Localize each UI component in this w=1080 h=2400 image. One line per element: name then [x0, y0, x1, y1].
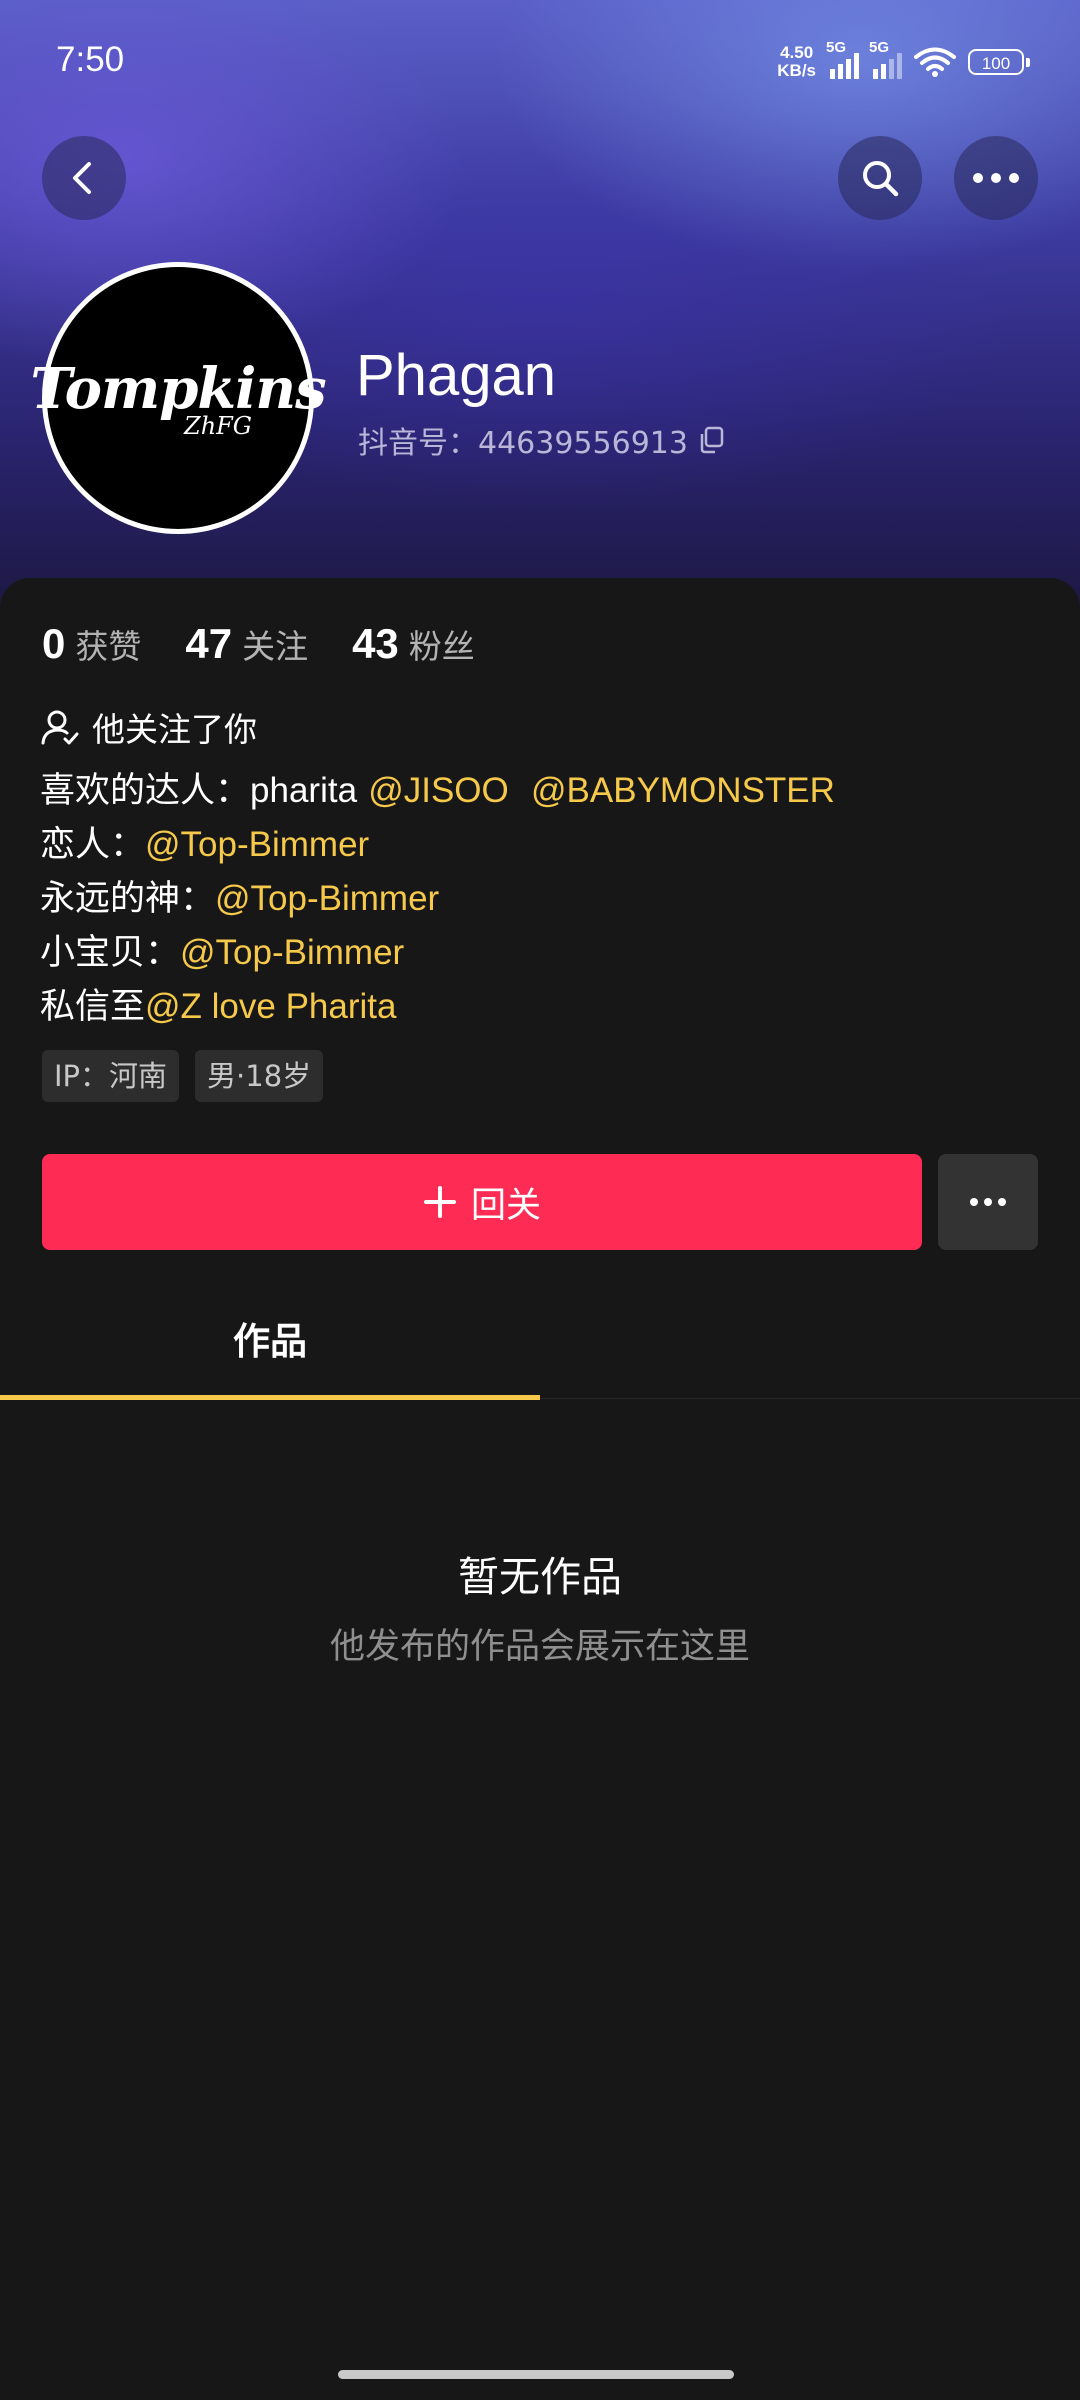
mention-link[interactable]: @BABYMONSTER [531, 771, 835, 810]
search-button[interactable] [838, 136, 922, 220]
profile-stats: 0 获赞 47 关注 43 粉丝 [42, 620, 475, 668]
status-time: 7:50 [56, 40, 125, 79]
battery-indicator: 100 [968, 49, 1030, 75]
profile-content-card: 0 获赞 47 关注 43 粉丝 他关注了你 喜欢的达人：pharita @JISOO… [0, 578, 1080, 2400]
home-indicator[interactable] [338, 2370, 734, 2379]
mention-link[interactable]: @Z love Pharita [145, 987, 396, 1026]
empty-state-title: 暂无作品 [458, 1553, 622, 1601]
more-horizontal-icon [970, 1198, 1006, 1206]
more-options-button[interactable] [954, 136, 1038, 220]
douyin-id[interactable]: 抖音号：44639556913 [358, 418, 724, 462]
profile-bio: 喜欢的达人：pharita @JISOO @BABYMONSTER 恋人：@To… [40, 764, 835, 1034]
follow-back-button[interactable]: 回关 [42, 1154, 922, 1250]
follows-you-text: 他关注了你 [92, 710, 257, 749]
tab-works[interactable]: 作品 [0, 1278, 540, 1398]
mention-link[interactable]: @Top-Bimmer [145, 825, 369, 864]
active-tab-indicator [0, 1395, 540, 1400]
douyin-id-text: 抖音号：44639556913 [358, 426, 688, 461]
profile-name: Phagan [356, 343, 556, 408]
wifi-icon [914, 47, 956, 77]
mention-link[interactable]: @Top-Bimmer [180, 933, 404, 972]
content-tabs: 作品 [0, 1278, 1080, 1400]
gender-age-tag: 男·18岁 [195, 1050, 324, 1102]
avatar-logo-text: Tompkins [30, 356, 326, 422]
mention-link[interactable]: @Top-Bimmer [215, 879, 439, 918]
bio-line: 小宝贝：@Top-Bimmer [40, 933, 405, 973]
stat-likes[interactable]: 0 获赞 [42, 620, 141, 668]
network-speed: 4.50 KB/s [777, 43, 816, 80]
stat-followers[interactable]: 43 粉丝 [352, 620, 475, 668]
avatar[interactable]: Tompkins ZhFG [30, 262, 327, 534]
profile-tags: IP：河南 男·18岁 [42, 1050, 324, 1102]
user-check-icon [41, 710, 79, 745]
plus-icon [423, 1186, 456, 1218]
avatar-logo-subtext: ZhFG [184, 412, 252, 440]
more-actions-button[interactable] [938, 1154, 1038, 1250]
more-horizontal-icon [973, 173, 1019, 183]
signal-sim1-icon: 5G [826, 39, 859, 79]
bio-line: 私信至@Z love Pharita [40, 987, 397, 1027]
bio-line: 永远的神：@Top-Bimmer [40, 879, 440, 919]
signal-sim2-icon: 5G [869, 39, 902, 79]
follows-you-indicator: 他关注了你 [40, 703, 257, 751]
bio-line: 喜欢的达人：pharita @JISOO @BABYMONSTER [40, 771, 835, 811]
status-bar: 7:50 4.50 KB/s 5G 5G 100 [56, 39, 1030, 90]
bio-line: 恋人：@Top-Bimmer [40, 825, 370, 865]
copy-icon[interactable] [698, 426, 724, 454]
chevron-left-icon [73, 162, 91, 194]
follow-back-label: 回关 [470, 1185, 541, 1226]
back-button[interactable] [42, 136, 126, 220]
search-icon [863, 161, 899, 197]
ip-location-tag: IP：河南 [42, 1050, 180, 1102]
empty-state-subtitle: 他发布的作品会展示在这里 [329, 1627, 750, 1667]
mention-link[interactable]: @JISOO [368, 771, 509, 810]
stat-following[interactable]: 47 关注 [185, 620, 308, 668]
status-indicators: 4.50 KB/s 5G 5G 100 [777, 39, 1030, 80]
